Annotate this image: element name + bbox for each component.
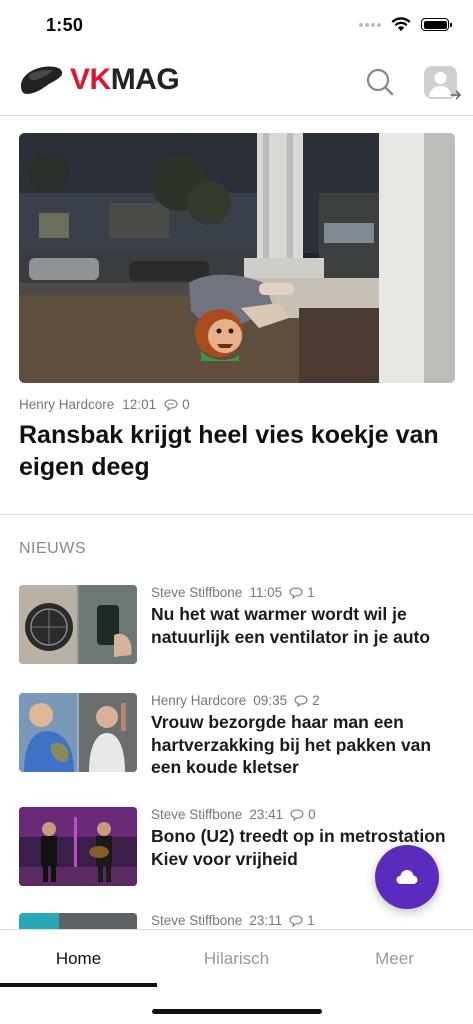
hero-time: 12:01	[122, 397, 157, 412]
logo-wordmark: VKMAG	[70, 63, 180, 96]
status-time: 1:50	[46, 15, 84, 35]
search-button[interactable]	[364, 66, 396, 98]
news-thumbnail	[19, 693, 137, 772]
account-button[interactable]	[422, 65, 462, 103]
news-time: 23:11	[249, 913, 283, 928]
section-label: NIEUWS	[19, 540, 86, 557]
app-header: VKMAG	[0, 50, 473, 116]
news-item[interactable]: Henry Hardcore 09:35 2 Vrouw bezorgde ha…	[19, 693, 459, 777]
signal-icon	[359, 22, 381, 27]
hero-meta: Henry Hardcore 12:01 0	[19, 397, 190, 412]
comment-icon	[289, 914, 303, 927]
news-thumbnail	[19, 585, 137, 664]
news-author: Henry Hardcore	[151, 693, 247, 708]
tab-meer[interactable]: Meer	[316, 930, 473, 987]
slipper-logo-icon	[20, 66, 63, 94]
news-time: 23:41	[249, 807, 284, 822]
status-bar: 1:50	[0, 0, 473, 50]
news-comment-count: 1	[289, 913, 315, 928]
news-comment-count: 2	[294, 693, 320, 708]
hero-photo	[19, 133, 455, 383]
news-meta: Henry Hardcore 09:35 2	[151, 693, 320, 708]
comment-icon	[164, 398, 178, 411]
status-icons	[359, 17, 452, 32]
comment-icon	[289, 586, 303, 599]
news-item[interactable]: Steve Stiffbone 11:05 1 Nu het wat warme…	[19, 585, 459, 665]
news-title[interactable]: Vrouw bezorgde haar man een hartverzakki…	[151, 711, 456, 779]
news-author: Steve Stiffbone	[151, 585, 243, 600]
active-tab-indicator	[0, 983, 157, 987]
tab-home[interactable]: Home	[0, 930, 157, 987]
news-title[interactable]: Nu het wat warmer wordt wil je natuurlij…	[151, 603, 456, 648]
news-time: 11:05	[249, 585, 283, 600]
home-indicator[interactable]	[152, 1009, 322, 1014]
news-comment-count: 1	[289, 585, 315, 600]
wifi-icon	[391, 17, 411, 31]
news-item[interactable]: Steve Stiffbone 23:11 1	[19, 913, 459, 929]
news-author: Steve Stiffbone	[151, 807, 243, 822]
hero-author: Henry Hardcore	[19, 397, 115, 412]
account-icon	[424, 66, 461, 100]
news-comment-count: 0	[290, 807, 316, 822]
news-time: 09:35	[253, 693, 288, 708]
tab-hilarisch[interactable]: Hilarisch	[158, 930, 315, 987]
battery-icon	[421, 18, 452, 31]
hero-title[interactable]: Ransbak krijgt heel vies koekje van eige…	[19, 419, 459, 483]
cloud-icon	[396, 870, 418, 884]
search-icon	[366, 68, 394, 96]
vkmag-logo[interactable]: VKMAG	[18, 63, 180, 97]
comment-icon	[294, 694, 308, 707]
news-meta: Steve Stiffbone 11:05 1	[151, 585, 315, 600]
hero-image[interactable]	[19, 133, 455, 383]
cloud-fab-button[interactable]	[375, 845, 439, 909]
section-divider	[0, 514, 473, 515]
comment-icon	[290, 808, 304, 821]
hero-comment-count: 0	[164, 397, 190, 412]
news-thumbnail	[19, 913, 137, 929]
news-thumbnail	[19, 807, 137, 886]
news-meta: Steve Stiffbone 23:11 1	[151, 913, 315, 928]
news-meta: Steve Stiffbone 23:41 0	[151, 807, 316, 822]
news-author: Steve Stiffbone	[151, 913, 243, 928]
